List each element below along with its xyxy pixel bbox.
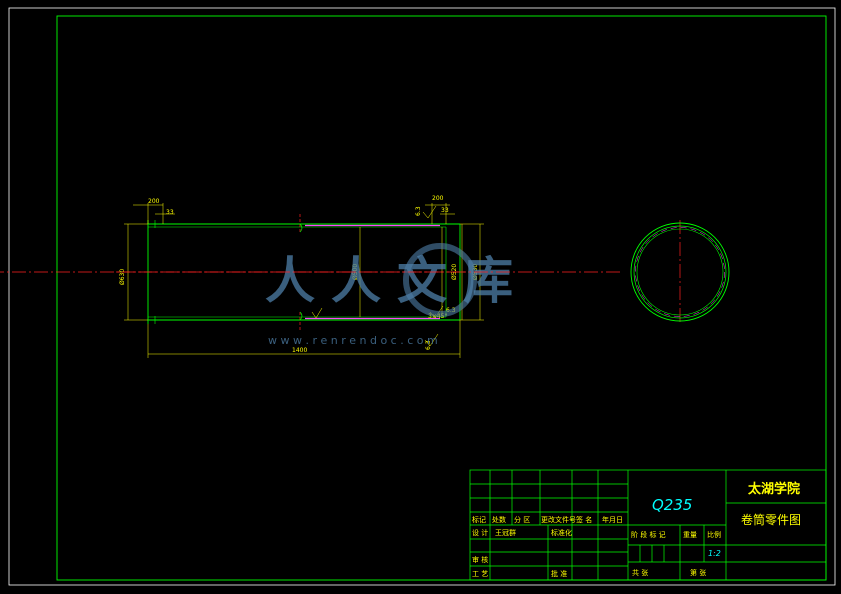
tb-standardization: 标准化 — [551, 528, 572, 537]
tb-header-sign: 签 名 — [576, 515, 592, 524]
dim-total-length: 1400 — [292, 347, 307, 354]
tb-part-name: 卷筒零件图 — [741, 512, 801, 527]
tb-scale-value: 1:2 — [708, 549, 721, 558]
watermark: 人人文库 w w w . r e n r e n d o c . c o m — [265, 243, 529, 347]
tb-stage-label: 阶 段 标 记 — [631, 530, 666, 539]
tb-review: 审 核 — [472, 555, 488, 564]
dim-right-end-width: 200 — [432, 195, 444, 202]
tb-weight-label: 重量 — [683, 531, 697, 539]
tb-header-zone: 分 区 — [514, 515, 530, 524]
tb-header-count: 处数 — [492, 515, 506, 524]
tb-sheet-number: 第 张 — [690, 568, 706, 577]
cad-drawing: 200 33 200 33 6.3 Ø630 Ø500 Ø520 Ø530 6.… — [0, 7, 836, 586]
tb-material: Q235 — [652, 496, 692, 514]
dim-left-end-width: 200 — [148, 198, 160, 205]
tb-school: 太湖学院 — [747, 481, 800, 497]
dim-right-chamfer: 33 — [441, 207, 449, 214]
tb-header-change-doc: 更改文件号 — [541, 515, 576, 524]
tb-design-label: 设 计 — [472, 528, 488, 537]
watermark-main: 人人文库 — [265, 252, 529, 310]
tb-scale-label: 比例 — [707, 530, 721, 539]
tb-approve: 批 准 — [551, 569, 567, 578]
dim-left-chamfer: 33 — [166, 209, 174, 216]
tb-header-mark: 标记 — [472, 515, 486, 524]
tb-total-sheets: 共 张 — [632, 568, 648, 577]
tb-header-date: 年月日 — [602, 515, 623, 524]
dim-outer-diameter: Ø630 — [119, 269, 126, 285]
tb-process: 工 艺 — [472, 570, 488, 578]
tb-designer: 王冠群 — [495, 528, 516, 537]
watermark-url: w w w . r e n r e n d o c . c o m — [268, 334, 438, 347]
dim-roughness-top: 6.3 — [415, 206, 422, 216]
